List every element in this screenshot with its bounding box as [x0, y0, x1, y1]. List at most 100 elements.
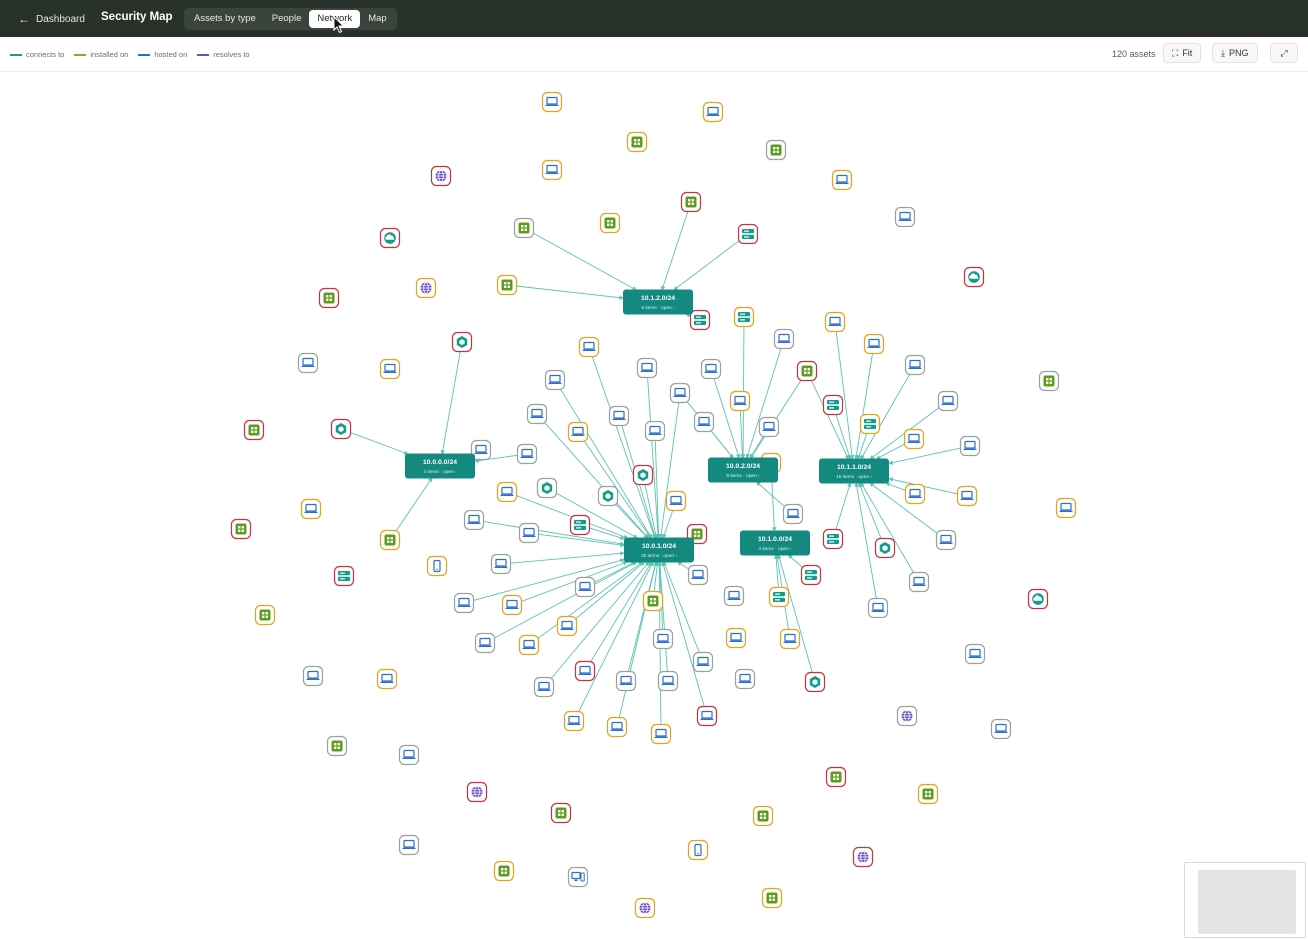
tab-people[interactable]: People — [264, 10, 310, 28]
asset-node[interactable] — [379, 529, 401, 551]
subnet-cluster-meta[interactable]: 4 items · open › — [423, 469, 457, 475]
minimap[interactable] — [1184, 862, 1306, 938]
asset-node[interactable] — [650, 723, 672, 745]
asset-node[interactable] — [642, 590, 664, 612]
network-graph[interactable]: 10.1.2.0/24 5 items · open › 10.0.0.0/24 4 … — [0, 71, 1308, 940]
asset-node[interactable] — [669, 382, 691, 404]
asset-node[interactable] — [567, 421, 589, 443]
asset-node[interactable] — [230, 518, 252, 540]
asset-node[interactable] — [822, 528, 844, 550]
asset-node[interactable] — [896, 705, 918, 727]
fit-button[interactable]: ⛶ Fit — [1163, 43, 1202, 63]
asset-node[interactable] — [463, 509, 485, 531]
asset-node[interactable] — [990, 718, 1012, 740]
asset-node[interactable] — [302, 665, 324, 687]
asset-node[interactable] — [765, 139, 787, 161]
asset-node[interactable] — [574, 576, 596, 598]
back-to-dashboard-link[interactable]: ← Dashboard — [18, 10, 85, 28]
asset-node[interactable] — [657, 670, 679, 692]
subnet-cluster-meta[interactable]: 15 items · open › — [836, 474, 872, 480]
asset-node[interactable] — [466, 781, 488, 803]
asset-node[interactable] — [779, 628, 801, 650]
asset-node[interactable] — [822, 394, 844, 416]
asset-node[interactable] — [597, 485, 619, 507]
asset-node[interactable] — [541, 159, 563, 181]
asset-node[interactable] — [451, 331, 473, 353]
asset-node[interactable] — [1055, 497, 1077, 519]
asset-node[interactable] — [333, 565, 355, 587]
asset-node[interactable] — [474, 632, 496, 654]
fullscreen-button[interactable]: ⤢ — [1270, 43, 1298, 63]
subnet-cluster-node[interactable]: 10.1.0.0/24 4 items · open › — [740, 530, 810, 556]
asset-node[interactable] — [874, 537, 896, 559]
asset-node[interactable] — [533, 676, 555, 698]
asset-node[interactable] — [665, 490, 687, 512]
asset-node[interactable] — [734, 668, 756, 690]
asset-node[interactable] — [556, 615, 578, 637]
asset-node[interactable] — [536, 477, 558, 499]
asset-node[interactable] — [917, 783, 939, 805]
asset-node[interactable] — [608, 405, 630, 427]
asset-node[interactable] — [518, 634, 540, 656]
asset-node[interactable] — [599, 212, 621, 234]
asset-node[interactable] — [634, 897, 656, 919]
asset-node[interactable] — [959, 435, 981, 457]
asset-node[interactable] — [904, 483, 926, 505]
asset-node[interactable] — [733, 306, 755, 328]
asset-node[interactable] — [1027, 588, 1049, 610]
asset-node[interactable] — [379, 358, 401, 380]
asset-node[interactable] — [693, 411, 715, 433]
subnet-cluster-node[interactable]: 10.1.2.0/24 5 items · open › — [623, 289, 693, 315]
asset-node[interactable] — [824, 311, 846, 333]
subnet-cluster-node[interactable]: 10.0.0.0/24 4 items · open › — [405, 453, 475, 479]
asset-node[interactable] — [516, 443, 538, 465]
asset-node[interactable] — [773, 328, 795, 350]
asset-node[interactable] — [326, 735, 348, 757]
asset-node[interactable] — [569, 514, 591, 536]
asset-node[interactable] — [894, 206, 916, 228]
asset-node[interactable] — [964, 643, 986, 665]
asset-node[interactable] — [376, 668, 398, 690]
asset-node[interactable] — [493, 860, 515, 882]
asset-node[interactable] — [615, 670, 637, 692]
asset-node[interactable] — [702, 101, 724, 123]
asset-node[interactable] — [300, 498, 322, 520]
asset-node[interactable] — [825, 766, 847, 788]
export-png-button[interactable]: ⤓ PNG — [1212, 43, 1258, 63]
asset-node[interactable] — [904, 354, 926, 376]
asset-node[interactable] — [544, 369, 566, 391]
asset-node[interactable] — [652, 628, 674, 650]
asset-node[interactable] — [956, 485, 978, 507]
asset-node[interactable] — [426, 555, 448, 577]
asset-node[interactable] — [398, 834, 420, 856]
asset-node[interactable] — [963, 266, 985, 288]
asset-node[interactable] — [782, 503, 804, 525]
asset-node[interactable] — [687, 839, 709, 861]
asset-node[interactable] — [696, 705, 718, 727]
asset-node[interactable] — [632, 464, 654, 486]
asset-node[interactable] — [318, 287, 340, 309]
asset-node[interactable] — [330, 418, 352, 440]
subnet-cluster-node[interactable]: 10.1.1.0/24 15 items · open › — [819, 458, 889, 484]
asset-node[interactable] — [800, 564, 822, 586]
asset-node[interactable] — [243, 419, 265, 441]
asset-node[interactable] — [563, 710, 585, 732]
asset-node[interactable] — [541, 91, 563, 113]
asset-node[interactable] — [937, 390, 959, 412]
asset-node[interactable] — [490, 553, 512, 575]
asset-node[interactable] — [737, 223, 759, 245]
asset-node[interactable] — [761, 887, 783, 909]
asset-node[interactable] — [867, 597, 889, 619]
asset-node[interactable] — [518, 522, 540, 544]
subnet-cluster-node[interactable]: 10.0.1.0/24 35 items · open › — [624, 537, 694, 563]
asset-node[interactable] — [758, 416, 780, 438]
asset-node[interactable] — [768, 586, 790, 608]
asset-node[interactable] — [903, 428, 925, 450]
asset-node[interactable] — [687, 564, 709, 586]
asset-node[interactable] — [723, 585, 745, 607]
asset-node[interactable] — [935, 529, 957, 551]
asset-node[interactable] — [574, 660, 596, 682]
asset-node[interactable] — [567, 866, 589, 888]
subnet-cluster-node[interactable]: 10.0.2.0/24 9 items · open › — [708, 457, 778, 483]
asset-node[interactable] — [636, 357, 658, 379]
